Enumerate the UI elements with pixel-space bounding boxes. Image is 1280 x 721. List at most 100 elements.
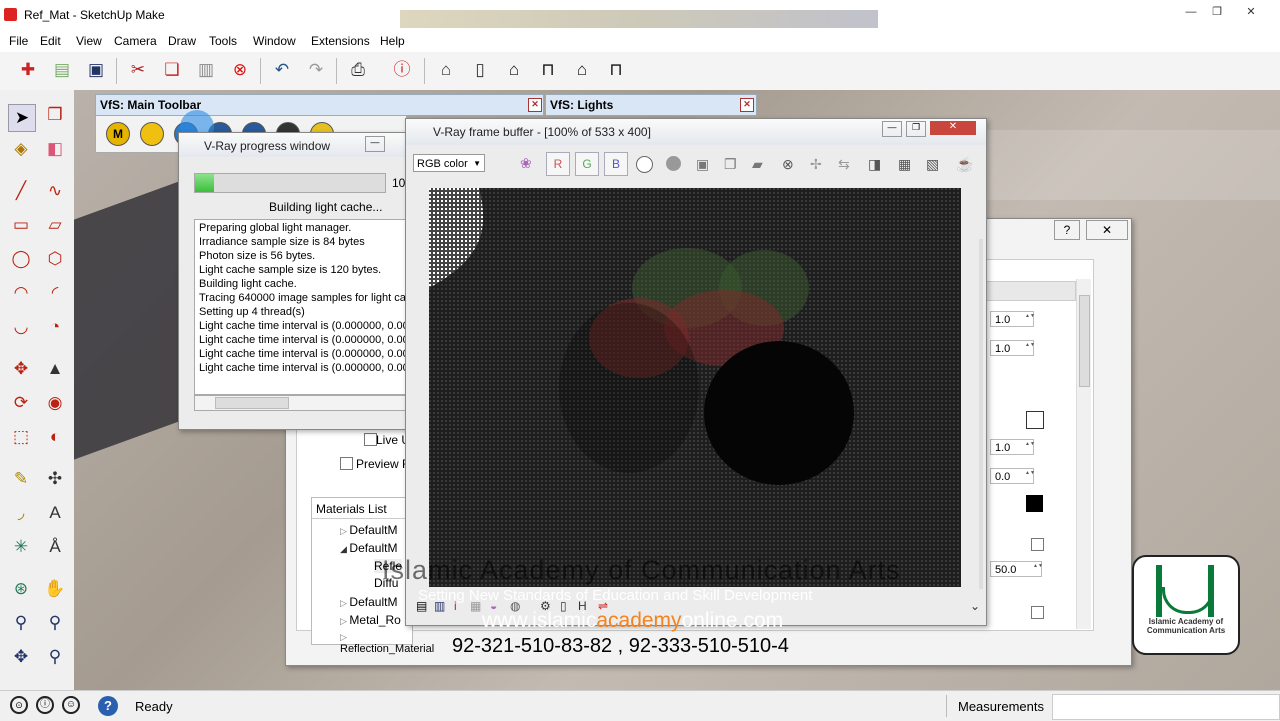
mono-channel-icon[interactable] [666,156,681,171]
pie-tool-icon[interactable]: ◔ [42,314,68,340]
right-view-icon[interactable]: ⊓ [536,58,560,82]
copy-icon[interactable]: ❏ [160,58,184,82]
previous-view-icon[interactable]: ⚲ [42,644,68,670]
orbit-tool-icon[interactable]: ⊛ [8,576,34,602]
fb-maximize[interactable]: ❐ [906,121,926,137]
menu-window[interactable]: Window [253,34,296,48]
minimize-button[interactable]: — [1180,4,1202,20]
green-channel-button[interactable]: G [575,152,599,176]
component-tool-icon[interactable]: ❒ [42,102,68,128]
scale-tool-icon[interactable]: ⬚ [8,424,34,450]
fb-minimize[interactable]: — [882,121,902,137]
menu-tools[interactable]: Tools [209,34,237,48]
save-icon[interactable]: ▣ [84,58,108,82]
options-icon[interactable] [140,122,164,146]
user-icon[interactable]: ☺ [62,696,80,714]
erase-icon[interactable]: ⊗ [228,58,252,82]
rectangle-tool-icon[interactable]: ▭ [8,212,34,238]
teapot-icon[interactable]: ☕ [956,156,973,173]
vfs-main-toolbar-close[interactable]: ✕ [528,98,542,112]
hscroll-thumb[interactable] [215,397,289,409]
follow-mouse-icon[interactable]: ⇆ [838,156,850,173]
iso-view-icon[interactable]: ⌂ [434,58,458,82]
scroll-thumb[interactable] [1079,295,1090,387]
zoom-extents-icon[interactable]: ✥ [8,644,34,670]
clear-image-icon[interactable]: ⊗ [782,156,794,173]
value-spinner-3[interactable]: 1.0 [990,439,1034,455]
material-editor-close[interactable]: ✕ [1086,220,1128,240]
red-channel-button[interactable]: R [546,152,570,176]
tree-item[interactable]: ◢ DefaultM [340,541,397,555]
menu-view[interactable]: View [76,34,102,48]
push-pull-icon[interactable]: ▲ [42,356,68,382]
progress-minimize[interactable]: — [365,136,385,152]
progress-titlebar[interactable]: V-Ray progress window — [179,133,419,157]
load-image-icon[interactable]: ▰ [752,156,763,173]
menu-file[interactable]: File [9,34,28,48]
arc3-tool-icon[interactable]: ◡ [8,314,34,340]
menu-edit[interactable]: Edit [40,34,61,48]
zoom-tool-icon[interactable]: ⚲ [8,610,34,636]
new-file-icon[interactable]: ✚ [16,58,40,82]
open-file-icon[interactable]: ▤ [50,58,74,82]
track-mouse-icon[interactable]: ✢ [810,156,822,173]
axes-tool-icon[interactable]: ✳ [8,534,34,560]
pan-tool-icon[interactable]: ✋ [42,576,68,602]
3d-text-icon[interactable]: Å [42,534,68,560]
circle-tool-icon[interactable]: ◯ [8,246,34,272]
menu-camera[interactable]: Camera [114,34,157,48]
protractor-icon[interactable]: ◞ [8,500,34,526]
help-icon[interactable]: ? [98,696,118,716]
arc-tool-icon[interactable]: ◠ [8,280,34,306]
left-view-icon[interactable]: ⊓ [604,58,628,82]
vfs-lights-close[interactable]: ✕ [740,98,754,112]
move-tool-icon[interactable]: ✥ [8,356,34,382]
value-spinner-5[interactable]: 50.0 [990,561,1042,577]
credits-icon[interactable]: ⓘ [36,696,54,714]
fb-expand-icon[interactable]: ⌄ [970,599,980,613]
value-spinner-1[interactable]: 1.0 [990,311,1034,327]
redo-icon[interactable]: ↷ [304,58,328,82]
blue-channel-button[interactable]: B [604,152,628,176]
text-tool-icon[interactable]: A [42,500,68,526]
front-view-icon[interactable]: ⌂ [502,58,526,82]
value-spinner-4[interactable]: 0.0 [990,468,1034,484]
preview-checkbox[interactable] [340,457,353,470]
help-button[interactable]: ? [1054,220,1080,240]
alpha-channel-icon[interactable] [636,156,653,173]
undo-icon[interactable]: ↶ [270,58,294,82]
follow-me-icon[interactable]: ◉ [42,390,68,416]
top-view-icon[interactable]: ▯ [468,58,492,82]
freehand-tool-icon[interactable]: ∿ [42,178,68,204]
tree-item[interactable]: ▷ Reflection_Material [340,631,434,655]
tree-item[interactable]: ▷ DefaultM [340,595,397,609]
option-checkbox-2[interactable] [1031,606,1044,619]
option-checkbox-1[interactable] [1031,538,1044,551]
frame-buffer-titlebar[interactable]: V-Ray frame buffer - [100% of 533 x 400]… [406,119,986,145]
rotate-tool-icon[interactable]: ⟳ [8,390,34,416]
eraser-icon[interactable]: ◧ [42,136,68,162]
maximize-button[interactable]: ❐ [1206,4,1228,20]
fb-vscroll[interactable] [979,239,983,589]
polygon-tool-icon[interactable]: ⬡ [42,246,68,272]
cut-icon[interactable]: ✂ [126,58,150,82]
close-button[interactable]: ✕ [1240,4,1262,20]
render-last-icon[interactable]: ▧ [926,156,939,173]
offset-tool-icon[interactable]: ◐ [42,424,68,450]
menu-help[interactable]: Help [380,34,405,48]
tape-measure-icon[interactable]: ✎ [8,466,34,492]
color-swatch-black[interactable] [1026,495,1043,512]
line-tool-icon[interactable]: ╱ [8,178,34,204]
fb-close[interactable]: ✕ [930,121,976,135]
zoom-window-icon[interactable]: ⚲ [42,610,68,636]
vfs-lights-titlebar[interactable]: VfS: Lights ✕ [545,94,757,116]
back-view-icon[interactable]: ⌂ [570,58,594,82]
geo-location-icon[interactable]: ⊙ [10,696,28,714]
paste-icon[interactable]: ▥ [194,58,218,82]
tree-item[interactable]: ▷ Metal_Ro [340,613,401,627]
progress-log-hscroll[interactable] [194,395,422,411]
select-tool-icon[interactable]: ➤ [8,104,36,132]
section-header[interactable] [986,281,1076,301]
region-render-icon[interactable]: ▦ [898,156,911,173]
rotated-rect-icon[interactable]: ▱ [42,212,68,238]
